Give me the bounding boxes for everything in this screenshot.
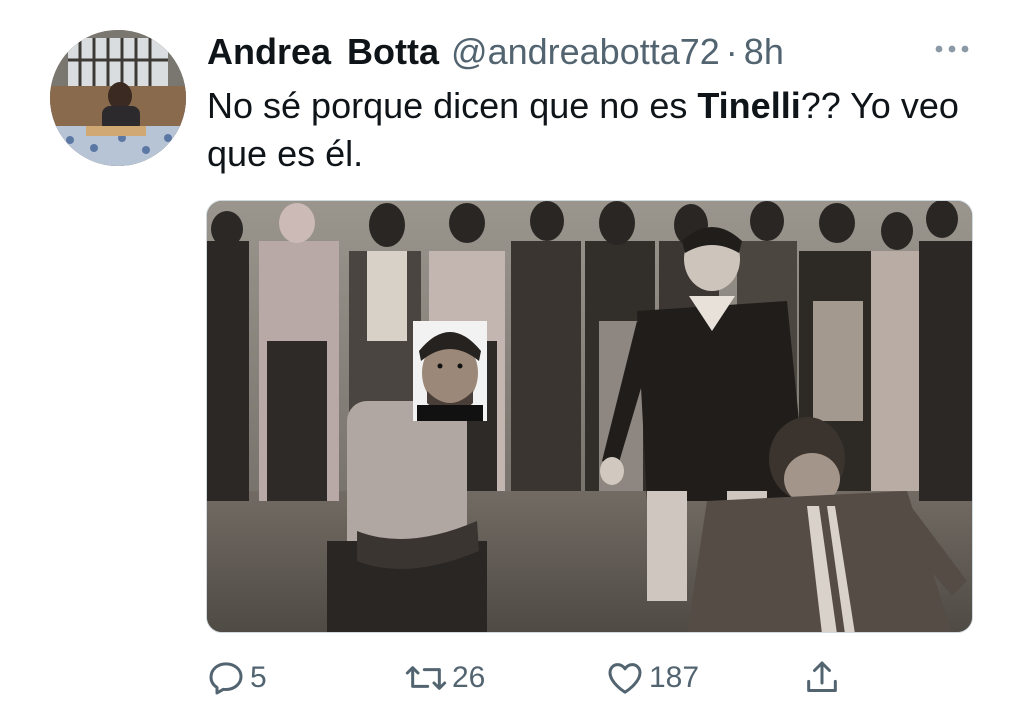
retweet-button[interactable]: 26 <box>404 654 485 702</box>
reply-icon <box>206 658 246 698</box>
tweet-header: Andrea Botta @andreabotta72 · 8h <box>207 30 784 74</box>
like-icon <box>605 658 645 698</box>
avatar[interactable] <box>50 30 186 166</box>
share-icon <box>802 658 842 698</box>
tweet-text: No sé porque dicen que no es Tinelli?? Y… <box>207 82 977 178</box>
tweet-media-image[interactable] <box>206 200 973 633</box>
reply-count: 5 <box>250 661 267 694</box>
tweet: Andrea Botta @andreabotta72 · 8h No sé p… <box>0 0 1024 709</box>
reply-button[interactable]: 5 <box>206 654 267 702</box>
more-button[interactable] <box>928 36 976 64</box>
like-count: 187 <box>649 661 700 694</box>
more-horizontal-icon <box>934 41 970 59</box>
tweet-text-part1: No sé porque dicen que no es <box>207 85 698 126</box>
retweet-icon <box>404 658 448 698</box>
user-handle[interactable]: @andreabotta72 <box>451 30 720 74</box>
retweet-count: 26 <box>452 661 486 694</box>
display-name[interactable]: Andrea Botta <box>207 30 439 74</box>
share-button[interactable] <box>802 654 842 702</box>
like-button[interactable]: 187 <box>605 654 699 702</box>
separator-dot: · <box>725 31 738 72</box>
timestamp[interactable]: 8h <box>744 30 784 74</box>
tweet-actions: 5 26 187 <box>0 650 1024 706</box>
tweet-text-bold[interactable]: Tinelli <box>697 85 800 126</box>
